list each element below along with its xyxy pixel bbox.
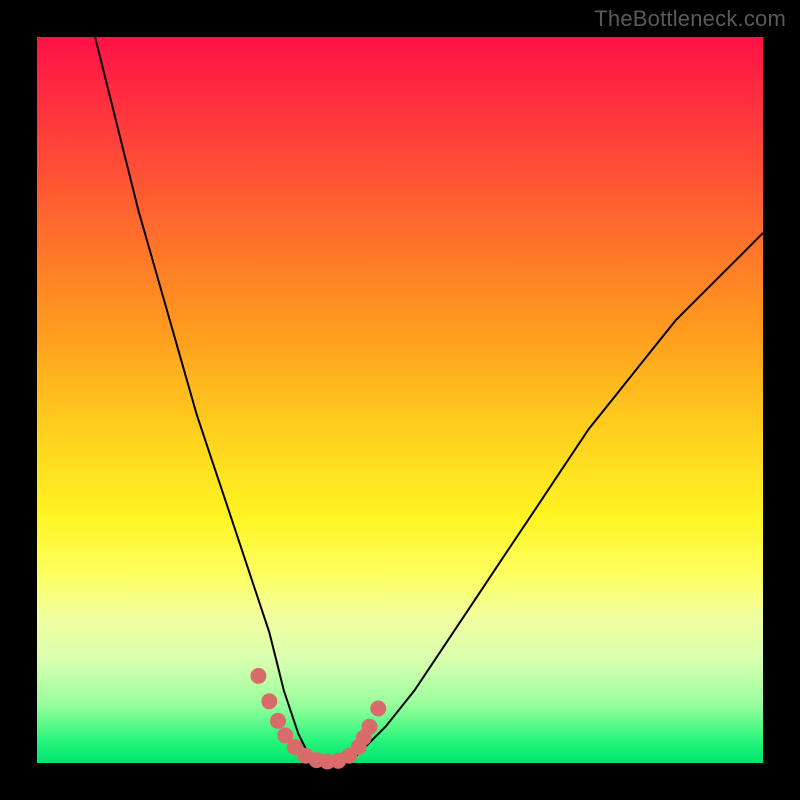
chart-frame: TheBottleneck.com — [0, 0, 800, 800]
marker-dot — [362, 719, 378, 735]
marker-dot — [250, 668, 266, 684]
marker-group — [250, 668, 386, 770]
marker-dot — [370, 701, 386, 717]
bottleneck-curve — [95, 37, 763, 763]
chart-svg — [37, 37, 763, 763]
plot-area — [37, 37, 763, 763]
watermark-text: TheBottleneck.com — [594, 6, 786, 32]
marker-dot — [270, 713, 286, 729]
marker-dot — [261, 693, 277, 709]
